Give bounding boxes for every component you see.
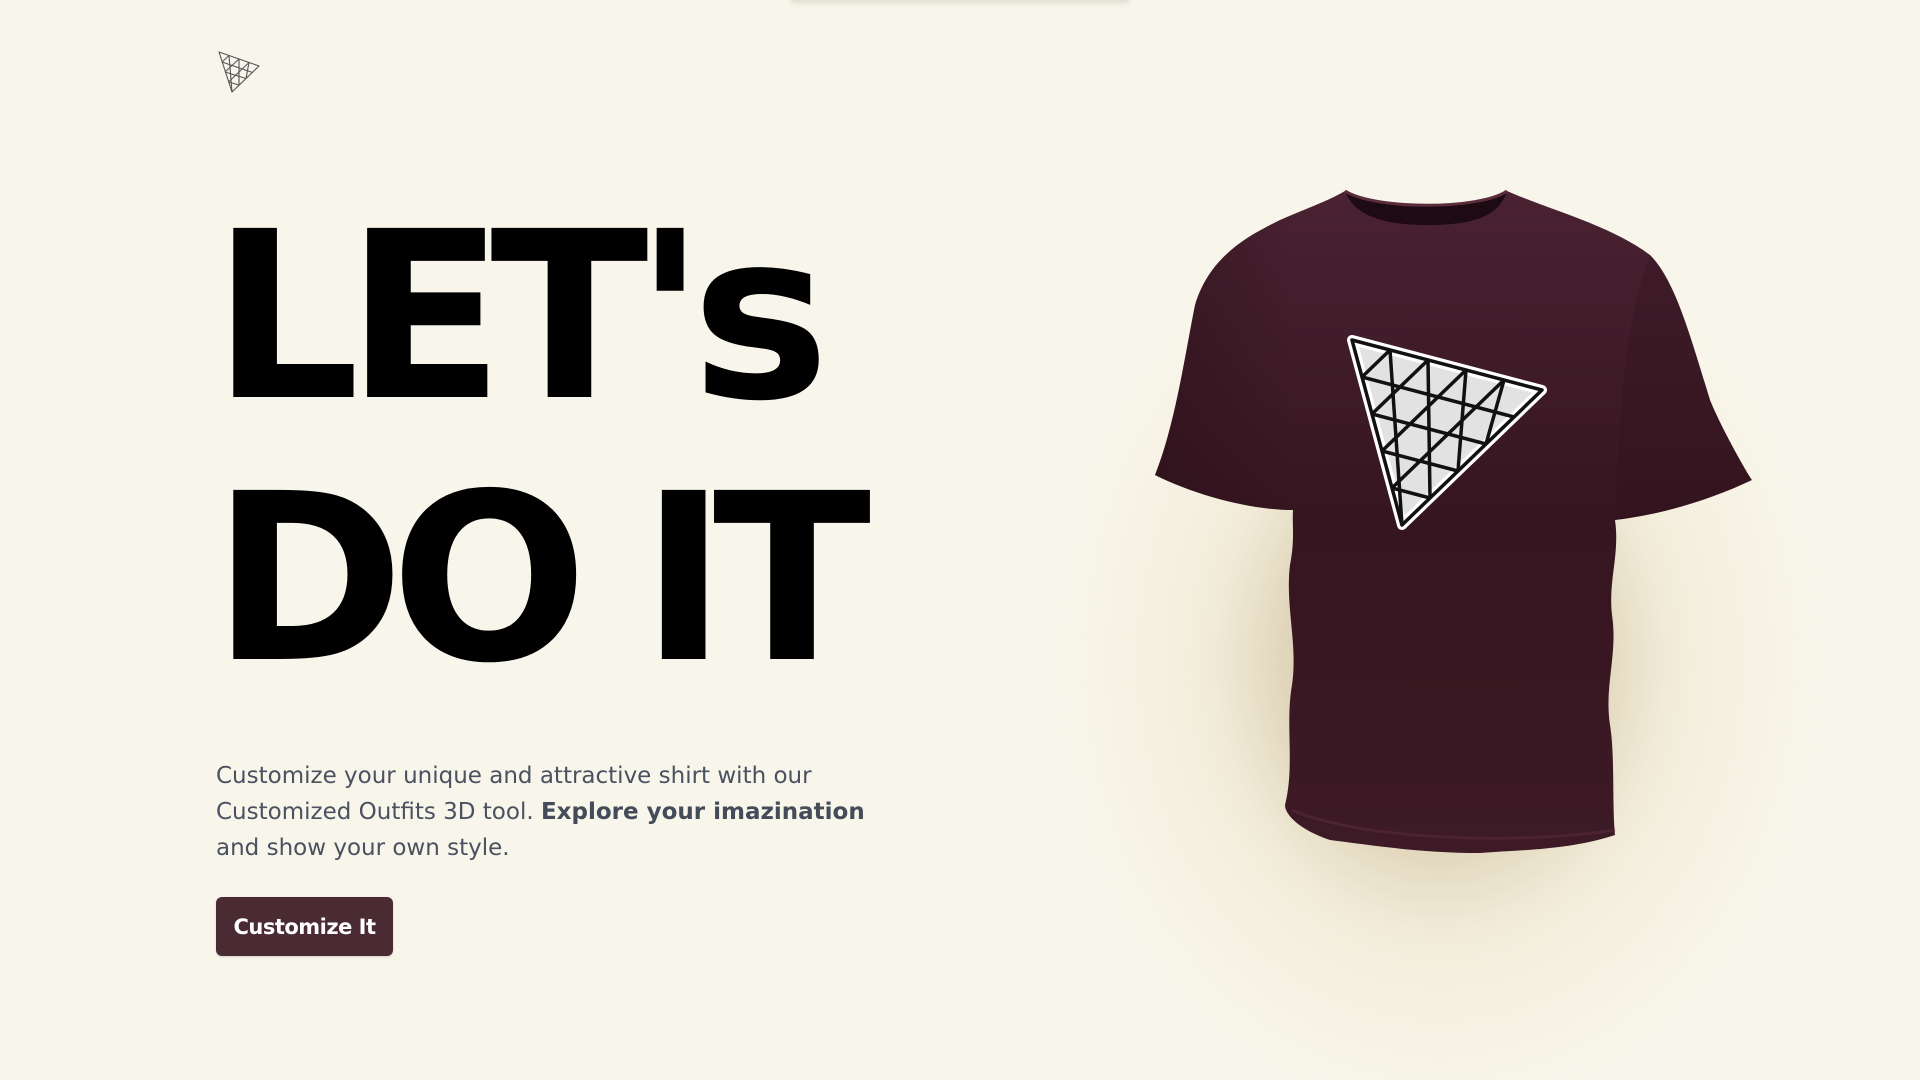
- hero-headline: LET's DO IT: [212, 182, 871, 714]
- description-emphasis: Explore your imazination: [540, 799, 865, 825]
- customize-it-button[interactable]: Customize It: [216, 897, 393, 956]
- tshirt-3d-preview[interactable]: [1100, 185, 1760, 925]
- triangle-mesh-logo-icon[interactable]: [216, 49, 262, 95]
- headline-line-1: LET's: [212, 182, 830, 452]
- headline-line-2: DO IT: [212, 444, 871, 714]
- hero-description: Customize your unique and attractive shi…: [216, 758, 896, 866]
- top-handle-bar: [790, 0, 1130, 2]
- description-text-2: and show your own style.: [216, 835, 510, 861]
